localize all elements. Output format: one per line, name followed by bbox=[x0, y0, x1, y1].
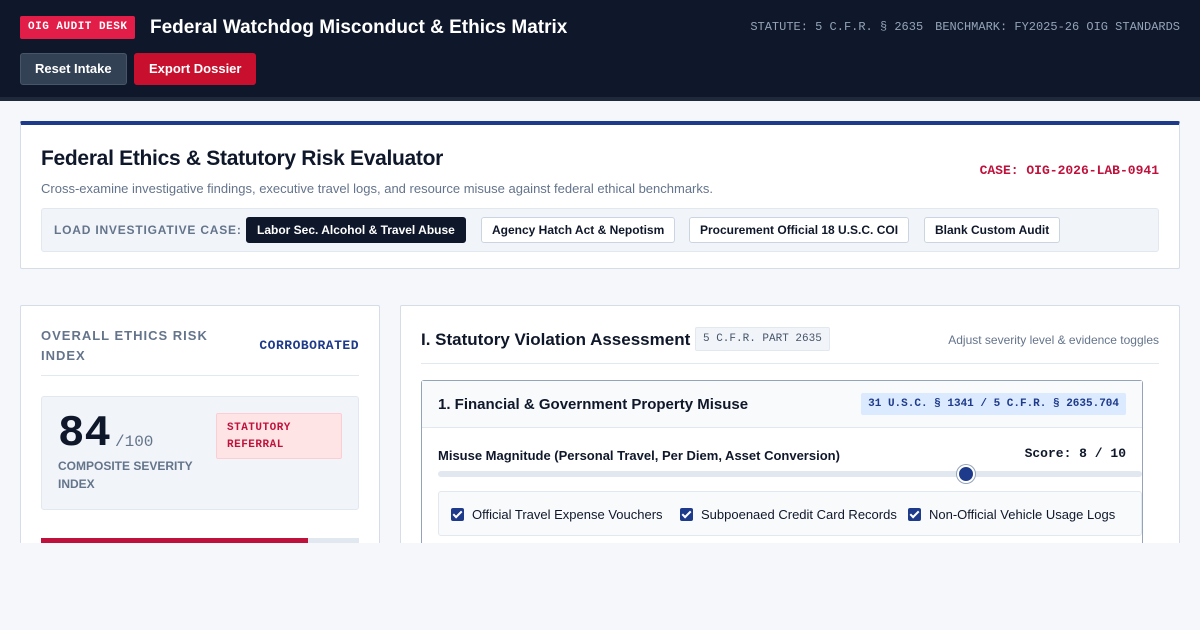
evidence-label: Subpoenaed Credit Card Records bbox=[701, 506, 897, 522]
case-loader: LOAD INVESTIGATIVE CASE: Labor Sec. Alco… bbox=[41, 208, 1159, 252]
evidence-travel-vouchers[interactable]: Official Travel Expense Vouchers bbox=[451, 506, 663, 522]
case-button-procurement[interactable]: Procurement Official 18 U.S.C. COI bbox=[689, 217, 910, 243]
statutory-referral-badge: STATUTORY REFERRAL bbox=[216, 413, 342, 459]
composite-score: 84 bbox=[58, 409, 111, 459]
checkbox-checked-icon[interactable] bbox=[451, 507, 464, 521]
evaluator-card: Federal Ethics & Statutory Risk Evaluato… bbox=[20, 121, 1180, 269]
score-caption: COMPOSITE SEVERITY INDEX bbox=[58, 459, 193, 491]
case-button-labor-sec[interactable]: Labor Sec. Alcohol & Travel Abuse bbox=[246, 217, 466, 243]
evidence-toggles: Official Travel Expense Vouchers Subpoen… bbox=[438, 491, 1142, 536]
score-box: 84 /100 COMPOSITE SEVERITY INDEX STATUTO… bbox=[41, 396, 359, 510]
score-max: /100 bbox=[115, 433, 154, 451]
risk-index-panel: OVERALL ETHICS RISK INDEX CORROBORATED 8… bbox=[20, 305, 380, 543]
magnitude-score: Score: 8 / 10 bbox=[1024, 446, 1126, 461]
case-button-blank-audit[interactable]: Blank Custom Audit bbox=[924, 217, 1061, 243]
reset-intake-button[interactable]: Reset Intake bbox=[20, 53, 127, 85]
app-title: Federal Watchdog Misconduct & Ethics Mat… bbox=[150, 17, 568, 38]
risk-index-label: OVERALL ETHICS RISK INDEX bbox=[41, 328, 208, 363]
evaluator-subtitle: Cross-examine investigative findings, ex… bbox=[41, 181, 713, 196]
top-header: OIG AUDIT DESK Federal Watchdog Miscondu… bbox=[0, 0, 1200, 101]
header-meta: STATUTE: 5 C.F.R. § 2635 BENCHMARK: FY202… bbox=[738, 19, 1180, 35]
export-dossier-button[interactable]: Export Dossier bbox=[134, 53, 257, 85]
magnitude-slider-thumb[interactable] bbox=[957, 465, 975, 483]
divider bbox=[41, 375, 359, 376]
assessment-title: I. Statutory Violation Assessment bbox=[421, 330, 691, 349]
audit-desk-badge: OIG AUDIT DESK bbox=[20, 16, 136, 39]
statute-text: STATUTE: 5 C.F.R. § 2635 bbox=[750, 20, 924, 34]
divider bbox=[421, 363, 1159, 364]
section-citation: 31 U.S.C. § 1341 / 5 C.F.R. § 2635.704 bbox=[861, 393, 1126, 415]
section-header: 1. Financial & Government Property Misus… bbox=[422, 381, 1142, 428]
case-button-hatch-act[interactable]: Agency Hatch Act & Nepotism bbox=[481, 217, 676, 243]
checkbox-checked-icon[interactable] bbox=[908, 507, 921, 521]
benchmark-text: BENCHMARK: FY2025-26 OIG STANDARDS bbox=[935, 20, 1180, 34]
case-loader-label: LOAD INVESTIGATIVE CASE: bbox=[54, 223, 242, 237]
evidence-label: Non-Official Vehicle Usage Logs bbox=[929, 506, 1116, 522]
risk-status: CORROBORATED bbox=[259, 338, 359, 353]
section-title: 1. Financial & Government Property Misus… bbox=[438, 396, 749, 413]
checkbox-checked-icon[interactable] bbox=[680, 507, 693, 521]
risk-progress-fill bbox=[41, 538, 309, 543]
evidence-credit-card-records[interactable]: Subpoenaed Credit Card Records bbox=[680, 506, 897, 522]
evidence-label: Official Travel Expense Vouchers bbox=[472, 506, 663, 522]
risk-progress-bar bbox=[41, 538, 359, 543]
magnitude-label: Misuse Magnitude (Personal Travel, Per D… bbox=[438, 448, 840, 463]
magnitude-slider-track[interactable] bbox=[438, 471, 1142, 477]
financial-misuse-section: 1. Financial & Government Property Misus… bbox=[421, 380, 1143, 543]
assessment-hint: Adjust severity level & evidence toggles bbox=[948, 333, 1159, 347]
evidence-vehicle-logs[interactable]: Non-Official Vehicle Usage Logs bbox=[908, 506, 1115, 522]
evaluator-title: Federal Ethics & Statutory Risk Evaluato… bbox=[41, 147, 443, 170]
case-id: CASE: OIG-2026-LAB-0941 bbox=[979, 163, 1159, 178]
statutory-assessment-panel: I. Statutory Violation Assessment 5 C.F.… bbox=[400, 305, 1180, 543]
assessment-tag: 5 C.F.R. PART 2635 bbox=[695, 327, 830, 351]
